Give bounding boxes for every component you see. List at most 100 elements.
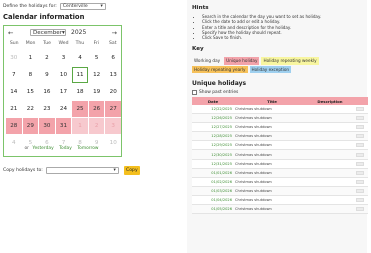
holiday-date[interactable]: 01/05/2026 (192, 207, 234, 211)
delete-icon[interactable] (355, 161, 364, 166)
table-row[interactable]: 12/22/2025 Christmas shutdown (192, 105, 368, 115)
calendar-day[interactable]: 20 (105, 84, 121, 100)
calendar-day[interactable]: 17 (56, 84, 72, 100)
calendar-day[interactable]: 18 (72, 84, 88, 100)
calendar-day[interactable]: 25 (72, 101, 88, 117)
header-date[interactable]: Date (192, 99, 234, 104)
calendar-day[interactable]: 28 (6, 118, 22, 134)
calendar-day[interactable]: 10 (56, 67, 72, 83)
year-value[interactable]: 2025 (71, 29, 86, 36)
calendar-day[interactable]: 5 (89, 50, 105, 66)
holiday-date[interactable]: 01/02/2026 (192, 180, 234, 184)
calendar-day[interactable]: 14 (6, 84, 22, 100)
header-description[interactable]: Description (310, 99, 350, 104)
delete-icon[interactable] (355, 188, 364, 193)
table-row[interactable]: 12/28/2025 Christmas shutdown (192, 132, 368, 142)
calendar-day[interactable]: 11 (72, 67, 88, 83)
table-row[interactable]: 12/30/2025 Christmas shutdown (192, 150, 368, 160)
calendar-day[interactable]: 31 (55, 118, 72, 134)
delete-icon[interactable] (355, 179, 364, 184)
row-action[interactable] (350, 207, 368, 212)
today-link[interactable]: Today (59, 146, 72, 151)
calendar-day[interactable]: 9 (39, 67, 55, 83)
calendar-day[interactable]: 1 (23, 50, 39, 66)
calendar-day[interactable]: 30 (39, 118, 55, 134)
header-title[interactable]: Title (234, 99, 310, 104)
calendar-day[interactable]: 21 (6, 101, 22, 117)
calendar-day[interactable]: 26 (88, 101, 105, 117)
arrow-right-icon[interactable]: → (112, 29, 117, 37)
row-action[interactable] (350, 152, 368, 157)
table-row[interactable]: 01/02/2026 Christmas shutdown (192, 177, 368, 187)
delete-icon[interactable] (355, 125, 364, 130)
copy-target-select[interactable]: ▾ (45, 167, 119, 174)
holiday-date[interactable]: 12/26/2025 (192, 116, 234, 120)
table-row[interactable]: 01/04/2026 Christmas shutdown (192, 195, 368, 206)
table-row[interactable]: 12/27/2025 Christmas shutdown (192, 123, 368, 133)
row-action[interactable] (350, 134, 368, 139)
delete-icon[interactable] (355, 197, 364, 202)
calendar-day[interactable]: 3 (56, 50, 72, 66)
holiday-date[interactable]: 12/28/2025 (192, 134, 234, 138)
yesterday-link[interactable]: Yesterday (32, 146, 53, 151)
location-select[interactable]: Centerville ▾ (59, 3, 106, 10)
row-action[interactable] (350, 161, 368, 166)
calendar-day[interactable]: 3 (105, 118, 121, 134)
table-row[interactable]: 01/05/2026 Christmas shutdown (192, 205, 368, 215)
calendar-day[interactable]: 6 (105, 50, 121, 66)
holiday-date[interactable]: 12/31/2025 (192, 162, 234, 166)
calendar-day[interactable]: 2 (88, 118, 105, 134)
delete-icon[interactable] (355, 170, 364, 175)
calendar-day[interactable]: 27 (105, 101, 121, 117)
holiday-date[interactable]: 01/03/2026 (192, 189, 234, 193)
show-past-checkbox[interactable] (192, 90, 197, 95)
tomorrow-link[interactable]: Tomorrow (77, 146, 98, 151)
calendar-day[interactable]: 2 (39, 50, 55, 66)
delete-icon[interactable] (355, 207, 364, 212)
table-row[interactable]: 01/01/2026 Christmas shutdown (192, 168, 368, 178)
calendar-day[interactable]: 7 (6, 67, 22, 83)
month-select[interactable]: December ▾ (30, 29, 66, 36)
table-row[interactable]: 01/03/2026 Christmas shutdown (192, 186, 368, 196)
delete-icon[interactable] (355, 134, 364, 139)
calendar-day[interactable]: 30 (6, 50, 22, 66)
row-action[interactable] (350, 107, 368, 112)
row-action[interactable] (350, 179, 368, 184)
table-row[interactable]: 12/29/2025 Christmas shutdown (192, 141, 368, 151)
row-action[interactable] (350, 197, 368, 202)
row-action[interactable] (350, 170, 368, 175)
calendar-day[interactable]: 19 (89, 84, 105, 100)
delete-icon[interactable] (355, 143, 364, 148)
delete-icon[interactable] (355, 152, 364, 157)
row-action[interactable] (350, 125, 368, 130)
row-action[interactable] (350, 143, 368, 148)
table-row[interactable]: 12/26/2025 Christmas shutdown (192, 114, 368, 124)
holiday-date[interactable]: 12/29/2025 (192, 143, 234, 147)
calendar-day[interactable]: 23 (39, 101, 55, 117)
calendar-day[interactable]: 29 (22, 118, 39, 134)
calendar-day[interactable]: 22 (23, 101, 39, 117)
copy-label: Copy holidays to: (3, 168, 43, 173)
holiday-date[interactable]: 01/04/2026 (192, 198, 234, 202)
show-past-toggle[interactable]: Show past entries (192, 90, 238, 95)
calendar-day[interactable]: 13 (105, 67, 121, 83)
calendar-day[interactable]: 4 (72, 50, 88, 66)
holiday-date[interactable]: 12/27/2025 (192, 125, 234, 129)
holiday-title: Christmas shutdown (235, 143, 272, 148)
delete-icon[interactable] (355, 107, 364, 112)
calendar-day[interactable]: 1 (72, 118, 88, 134)
row-action[interactable] (350, 116, 368, 121)
holiday-date[interactable]: 01/01/2026 (192, 171, 234, 175)
table-row[interactable]: 12/31/2025 Christmas shutdown (192, 159, 368, 169)
holiday-date[interactable]: 12/22/2025 (192, 107, 234, 111)
calendar-day[interactable]: 15 (23, 84, 39, 100)
calendar-day[interactable]: 24 (56, 101, 72, 117)
calendar-day[interactable]: 12 (89, 67, 105, 83)
row-action[interactable] (350, 188, 368, 193)
calendar-day[interactable]: 16 (39, 84, 55, 100)
holiday-date[interactable]: 12/30/2025 (192, 153, 234, 157)
calendar-day[interactable]: 8 (23, 67, 39, 83)
copy-button[interactable]: Copy (123, 166, 140, 175)
delete-icon[interactable] (355, 116, 364, 121)
arrow-left-icon[interactable]: ← (8, 29, 13, 37)
